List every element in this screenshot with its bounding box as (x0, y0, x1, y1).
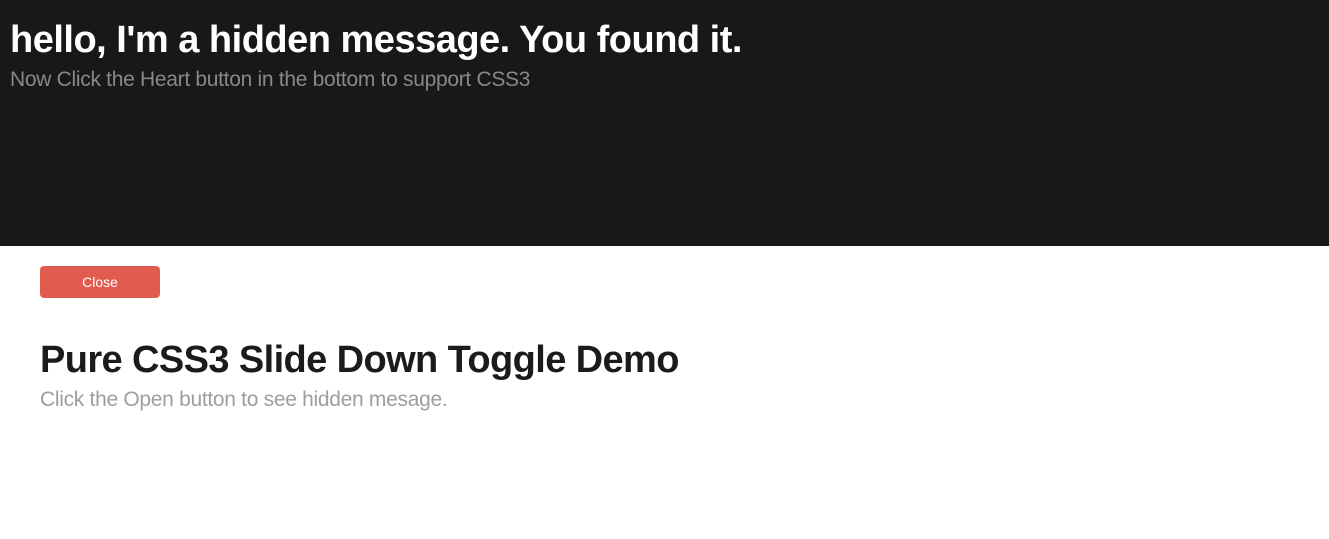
hidden-message-subtitle: Now Click the Heart button in the bottom… (10, 68, 1319, 92)
main-content: Close Pure CSS3 Slide Down Toggle Demo C… (0, 246, 1329, 432)
page-title: Pure CSS3 Slide Down Toggle Demo (40, 340, 1289, 382)
hidden-message-panel: hello, I'm a hidden message. You found i… (0, 0, 1329, 246)
page-subtitle: Click the Open button to see hidden mesa… (40, 388, 1289, 412)
close-button[interactable]: Close (40, 266, 160, 298)
hidden-message-title: hello, I'm a hidden message. You found i… (10, 20, 1319, 62)
